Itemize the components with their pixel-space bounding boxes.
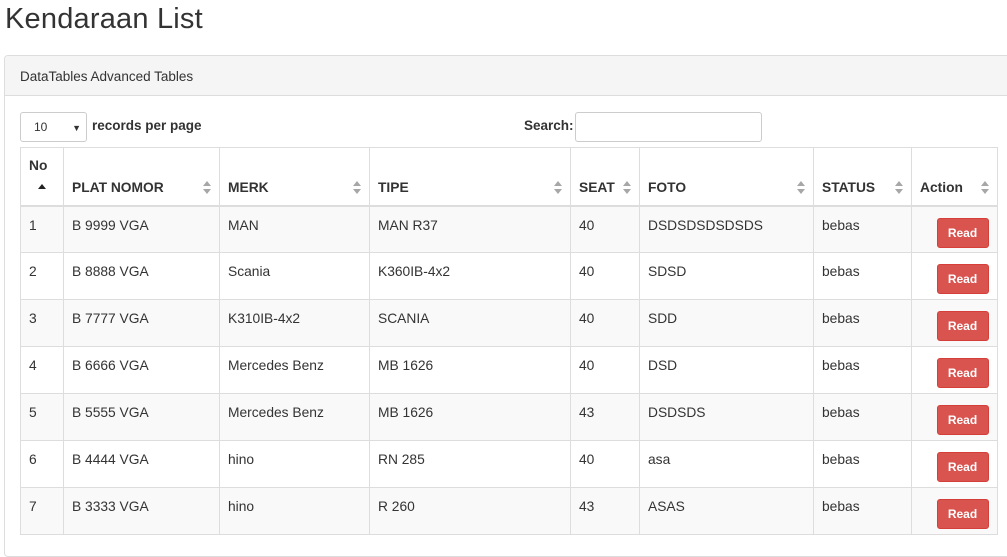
column-header-plat-nomor[interactable]: PLAT NOMOR bbox=[63, 147, 220, 207]
column-header-no[interactable]: No bbox=[20, 147, 64, 207]
sort-icon bbox=[623, 180, 631, 195]
records-per-page-select[interactable]: 10 ▼ bbox=[20, 112, 87, 142]
sort-ascending-icon bbox=[38, 183, 46, 189]
sort-icon bbox=[353, 180, 361, 195]
cell-tipe: K360IB-4x2 bbox=[369, 252, 571, 300]
cell-action: Read bbox=[911, 393, 998, 441]
cell-status: bebas bbox=[813, 393, 912, 441]
sort-icon bbox=[203, 180, 211, 195]
cell-plat-nomor: B 7777 VGA bbox=[63, 299, 220, 347]
cell-foto: SDD bbox=[639, 299, 814, 347]
cell-plat-nomor: B 5555 VGA bbox=[63, 393, 220, 441]
sort-icon bbox=[797, 180, 805, 195]
sort-icon bbox=[981, 180, 989, 195]
table-row: 3 B 7777 VGA K310IB-4x2 SCANIA 40 SDD be… bbox=[20, 299, 998, 347]
read-button[interactable]: Read bbox=[936, 452, 989, 482]
records-per-page-label: records per page bbox=[92, 118, 202, 133]
cell-plat-nomor: B 6666 VGA bbox=[63, 346, 220, 394]
read-button[interactable]: Read bbox=[936, 264, 989, 294]
table-row: 2 B 8888 VGA Scania K360IB-4x2 40 SDSD b… bbox=[20, 252, 998, 300]
datatable-panel: DataTables Advanced Tables 10 ▼ records … bbox=[4, 55, 1007, 557]
column-header-tipe[interactable]: TIPE bbox=[369, 147, 571, 207]
table-row: 5 B 5555 VGA Mercedes Benz MB 1626 43 DS… bbox=[20, 393, 998, 441]
cell-tipe: MAN R37 bbox=[369, 205, 571, 253]
column-header-merk[interactable]: MERK bbox=[219, 147, 370, 207]
cell-seat: 43 bbox=[570, 487, 640, 535]
cell-no: 3 bbox=[20, 299, 64, 347]
read-button[interactable]: Read bbox=[936, 311, 989, 341]
cell-tipe: MB 1626 bbox=[369, 393, 571, 441]
cell-seat: 43 bbox=[570, 393, 640, 441]
cell-no: 1 bbox=[20, 205, 64, 253]
column-header-status[interactable]: STATUS bbox=[813, 147, 912, 207]
cell-merk: hino bbox=[219, 487, 370, 535]
cell-merk: hino bbox=[219, 440, 370, 488]
sort-icon bbox=[554, 180, 562, 195]
read-button[interactable]: Read bbox=[936, 358, 989, 388]
cell-tipe: MB 1626 bbox=[369, 346, 571, 394]
page-title: Kendaraan List bbox=[5, 3, 203, 35]
column-header-foto[interactable]: FOTO bbox=[639, 147, 814, 207]
kendaraan-table: No PLAT NOMOR MERK TIPE SEAT FOTO STATUS… bbox=[20, 147, 998, 535]
cell-status: bebas bbox=[813, 346, 912, 394]
table-row: 1 B 9999 VGA MAN MAN R37 40 DSDSDSDSDSDS… bbox=[20, 205, 998, 253]
records-per-page-value: 10 bbox=[34, 120, 48, 134]
cell-seat: 40 bbox=[570, 299, 640, 347]
cell-foto: DSDSDSDSDSDS bbox=[639, 205, 814, 253]
sort-icon bbox=[895, 180, 903, 195]
cell-status: bebas bbox=[813, 487, 912, 535]
chevron-down-icon: ▼ bbox=[72, 123, 81, 133]
cell-tipe: RN 285 bbox=[369, 440, 571, 488]
cell-no: 6 bbox=[20, 440, 64, 488]
table-row: 7 B 3333 VGA hino R 260 43 ASAS bebas Re… bbox=[20, 487, 998, 535]
cell-status: bebas bbox=[813, 299, 912, 347]
search-label: Search: bbox=[524, 118, 574, 133]
cell-foto: SDSD bbox=[639, 252, 814, 300]
cell-merk: Mercedes Benz bbox=[219, 346, 370, 394]
cell-no: 7 bbox=[20, 487, 64, 535]
read-button[interactable]: Read bbox=[936, 217, 989, 248]
cell-status: bebas bbox=[813, 252, 912, 300]
cell-action: Read bbox=[911, 299, 998, 347]
read-button[interactable]: Read bbox=[936, 499, 989, 529]
cell-tipe: SCANIA bbox=[369, 299, 571, 347]
cell-plat-nomor: B 4444 VGA bbox=[63, 440, 220, 488]
panel-heading: DataTables Advanced Tables bbox=[5, 56, 1007, 96]
cell-status: bebas bbox=[813, 440, 912, 488]
cell-merk: MAN bbox=[219, 205, 370, 253]
column-header-action[interactable]: Action bbox=[911, 147, 998, 207]
cell-action: Read bbox=[911, 252, 998, 300]
cell-seat: 40 bbox=[570, 440, 640, 488]
cell-foto: asa bbox=[639, 440, 814, 488]
cell-action: Read bbox=[911, 205, 998, 253]
column-header-seat[interactable]: SEAT bbox=[570, 147, 640, 207]
cell-plat-nomor: B 9999 VGA bbox=[63, 205, 220, 253]
cell-plat-nomor: B 3333 VGA bbox=[63, 487, 220, 535]
search-input[interactable] bbox=[575, 112, 762, 142]
cell-merk: Scania bbox=[219, 252, 370, 300]
cell-no: 5 bbox=[20, 393, 64, 441]
table-row: 4 B 6666 VGA Mercedes Benz MB 1626 40 DS… bbox=[20, 346, 998, 394]
cell-seat: 40 bbox=[570, 252, 640, 300]
cell-foto: DSD bbox=[639, 346, 814, 394]
cell-no: 4 bbox=[20, 346, 64, 394]
table-row: 6 B 4444 VGA hino RN 285 40 asa bebas Re… bbox=[20, 440, 998, 488]
cell-foto: ASAS bbox=[639, 487, 814, 535]
cell-seat: 40 bbox=[570, 346, 640, 394]
cell-merk: K310IB-4x2 bbox=[219, 299, 370, 347]
cell-no: 2 bbox=[20, 252, 64, 300]
cell-merk: Mercedes Benz bbox=[219, 393, 370, 441]
cell-foto: DSDSDS bbox=[639, 393, 814, 441]
table-header-row: No PLAT NOMOR MERK TIPE SEAT FOTO STATUS… bbox=[20, 147, 998, 207]
cell-plat-nomor: B 8888 VGA bbox=[63, 252, 220, 300]
cell-action: Read bbox=[911, 346, 998, 394]
read-button[interactable]: Read bbox=[936, 405, 989, 435]
cell-seat: 40 bbox=[570, 205, 640, 253]
cell-action: Read bbox=[911, 440, 998, 488]
table-controls: 10 ▼ records per page Search: bbox=[20, 112, 1000, 144]
cell-action: Read bbox=[911, 487, 998, 535]
cell-status: bebas bbox=[813, 205, 912, 253]
cell-tipe: R 260 bbox=[369, 487, 571, 535]
